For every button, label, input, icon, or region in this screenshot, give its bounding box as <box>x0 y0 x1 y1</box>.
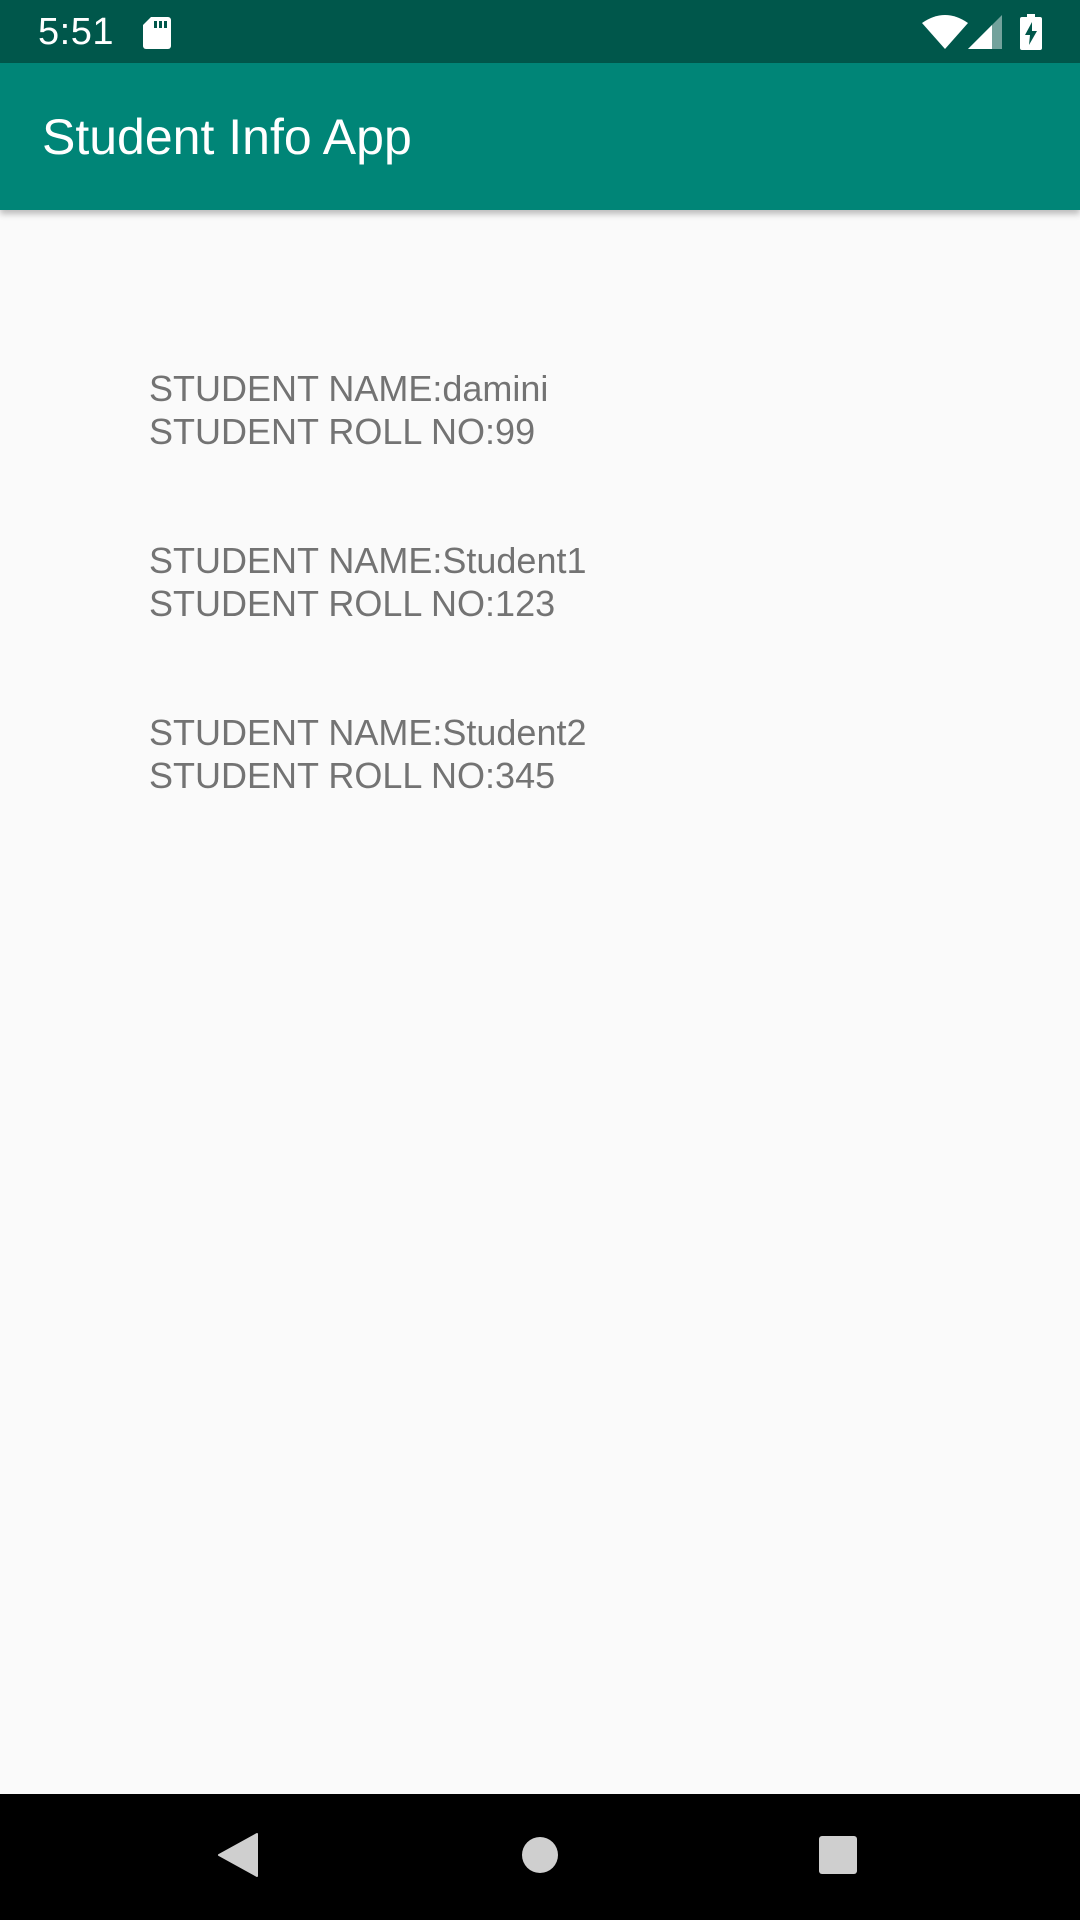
battery-charging-icon <box>1016 0 1046 63</box>
student-roll-no: STUDENT ROLL NO:99 <box>149 411 536 452</box>
student-name: STUDENT NAME:Student1 <box>149 540 587 581</box>
wifi-icon <box>922 0 968 63</box>
navigation-bar <box>0 1794 1080 1920</box>
back-icon <box>217 1832 259 1883</box>
app-title: Student Info App <box>42 109 412 165</box>
home-icon <box>521 1836 559 1879</box>
home-button[interactable] <box>477 1794 603 1920</box>
back-button[interactable] <box>175 1794 301 1920</box>
student-name: STUDENT NAME:damini <box>149 368 549 409</box>
cell-signal-icon <box>968 0 1004 63</box>
student-item: STUDENT NAME:Student1 STUDENT ROLL NO:12… <box>149 539 586 625</box>
recents-button[interactable] <box>775 1794 901 1920</box>
student-item: STUDENT NAME:Student2 STUDENT ROLL NO:34… <box>149 711 586 797</box>
status-bar: 5:51 <box>0 0 1080 63</box>
app-bar: Student Info App <box>0 63 1080 210</box>
sd-card-icon <box>140 0 174 63</box>
student-roll-no: STUDENT ROLL NO:123 <box>149 583 556 624</box>
student-name: STUDENT NAME:Student2 <box>149 712 587 753</box>
status-time: 5:51 <box>38 11 114 53</box>
recents-icon <box>818 1835 858 1880</box>
student-roll-no: STUDENT ROLL NO:345 <box>149 755 556 796</box>
student-item: STUDENT NAME:damini STUDENT ROLL NO:99 <box>149 367 586 453</box>
student-content: STUDENT NAME:damini STUDENT ROLL NO:99 S… <box>0 210 1080 1794</box>
student-list: STUDENT NAME:damini STUDENT ROLL NO:99 S… <box>149 367 586 883</box>
